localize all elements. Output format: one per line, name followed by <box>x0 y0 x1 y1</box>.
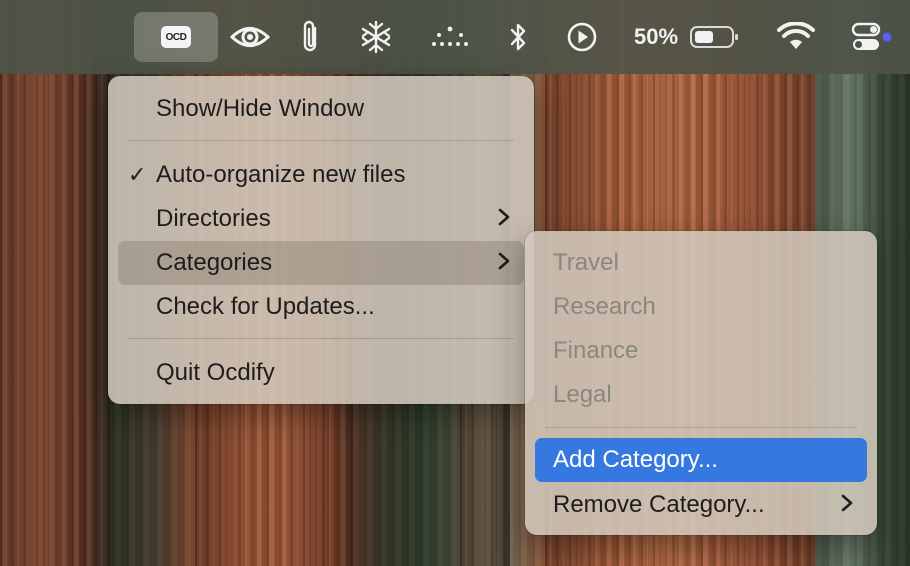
menu-item-label: Show/Hide Window <box>156 95 365 122</box>
menu-item-label: Research <box>553 293 656 320</box>
menu-item-check-for-updates[interactable]: Check for Updates... <box>118 285 524 329</box>
ocdify-menu-extra[interactable]: OCD <box>134 12 218 62</box>
category-item-research: Research <box>535 285 867 329</box>
menu-item-label: Check for Updates... <box>156 293 375 320</box>
menu-item-auto-organize[interactable]: ✓ Auto-organize new files <box>118 153 524 197</box>
chevron-right-icon <box>498 249 510 277</box>
ocdify-main-menu: Show/Hide Window ✓ Auto-organize new fil… <box>108 76 534 404</box>
notification-dot <box>882 32 892 42</box>
eye-icon[interactable] <box>228 12 272 62</box>
menu-separator <box>128 338 514 339</box>
category-item-travel: Travel <box>535 241 867 285</box>
battery-percent-text: 50% <box>633 24 679 49</box>
menu-item-categories[interactable]: Categories <box>118 241 524 285</box>
menu-item-label: Add Category... <box>553 446 718 473</box>
ocdify-app-icon: OCD <box>161 26 191 48</box>
menu-item-add-category[interactable]: Add Category... <box>535 438 867 482</box>
menu-separator <box>545 427 857 428</box>
menu-item-label: Categories <box>156 249 273 276</box>
chevron-right-icon <box>498 205 510 233</box>
menu-bar: OCD 50% <box>0 0 910 74</box>
menu-item-quit[interactable]: Quit Ocdify <box>118 351 524 395</box>
menu-item-label: Directories <box>156 205 271 232</box>
menu-item-label: Travel <box>553 249 619 276</box>
category-item-legal: Legal <box>535 373 867 417</box>
snowflake-grid-icon[interactable] <box>356 12 396 62</box>
app-logo-text: OCD <box>165 31 187 43</box>
menu-item-label: Quit Ocdify <box>156 359 275 386</box>
control-center-icon[interactable] <box>848 12 894 62</box>
menu-item-remove-category[interactable]: Remove Category... <box>535 483 867 527</box>
category-item-finance: Finance <box>535 329 867 373</box>
chevron-right-icon <box>841 491 853 519</box>
menu-item-label: Remove Category... <box>553 491 765 518</box>
battery-icon[interactable] <box>688 12 742 62</box>
paperclip-icon[interactable] <box>296 12 326 62</box>
menu-item-label: Finance <box>553 337 639 364</box>
checkmark-icon: ✓ <box>128 162 147 187</box>
menu-item-directories[interactable]: Directories <box>118 197 524 241</box>
menu-item-label: Auto-organize new files <box>156 161 406 188</box>
menu-item-show-hide-window[interactable]: Show/Hide Window <box>118 87 524 131</box>
battery-percent[interactable]: 50% <box>628 12 684 62</box>
menu-separator <box>128 140 514 141</box>
play-circle-icon[interactable] <box>564 12 600 62</box>
dots-icon[interactable] <box>428 12 472 62</box>
categories-submenu: Travel Research Finance Legal Add Catego… <box>525 231 877 535</box>
tree-trunk <box>0 74 110 566</box>
bluetooth-icon[interactable] <box>504 12 532 62</box>
wifi-icon[interactable] <box>774 12 818 62</box>
menu-item-label: Legal <box>553 381 612 408</box>
